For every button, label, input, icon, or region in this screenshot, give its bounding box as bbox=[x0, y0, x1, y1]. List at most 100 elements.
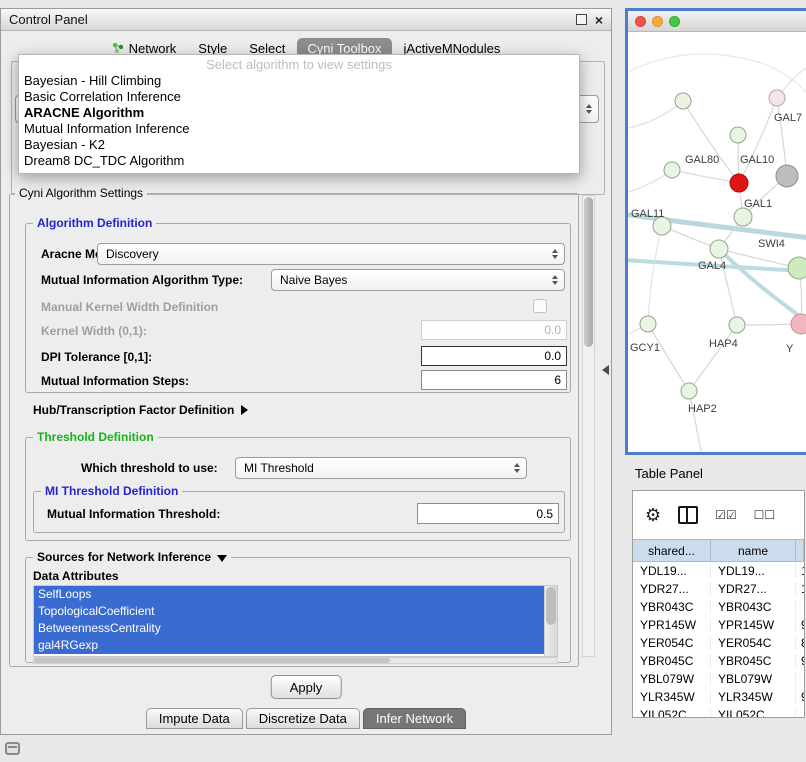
dropdown-item[interactable]: Bayesian - K2 bbox=[19, 137, 579, 153]
close-icon[interactable]: × bbox=[595, 13, 603, 27]
dropdown-item[interactable]: Dream8 DC_TDC Algorithm bbox=[19, 153, 579, 169]
dpi-tolerance-field[interactable]: 0.0 bbox=[421, 346, 567, 366]
mi-threshold-field[interactable]: 0.5 bbox=[417, 503, 559, 524]
table-cell: YBR043C bbox=[711, 600, 796, 614]
kernel-width-label: Kernel Width (0,1): bbox=[41, 324, 147, 338]
table-row[interactable]: YDR27...YDR27...12 bbox=[633, 580, 804, 598]
settings-scrollbar[interactable] bbox=[582, 195, 595, 657]
column-header-name[interactable]: name bbox=[711, 539, 796, 562]
float-window-icon[interactable] bbox=[576, 14, 587, 25]
table-cell: 9. bbox=[796, 618, 804, 632]
table-row[interactable]: YPR145WYPR145W9. bbox=[633, 616, 804, 634]
table-row[interactable]: YBL079WYBL079W bbox=[633, 670, 804, 688]
network-node[interactable] bbox=[675, 93, 691, 109]
deselect-all-columns-icon[interactable]: ☐☐ bbox=[754, 508, 776, 522]
settings-group-title: Cyni Algorithm Settings bbox=[15, 186, 147, 200]
combo-stepper-icon bbox=[508, 463, 520, 473]
table-cell: YDR27... bbox=[633, 582, 711, 596]
dropdown-item[interactable]: Mutual Information Inference bbox=[19, 121, 579, 137]
network-node[interactable] bbox=[769, 90, 785, 106]
mi-type-combobox[interactable]: Naive Bayes bbox=[271, 269, 565, 291]
table-cell: YIL052C bbox=[711, 708, 796, 718]
sources-toggle[interactable]: Sources for Network Inference bbox=[33, 550, 231, 564]
network-node[interactable] bbox=[730, 127, 746, 143]
table-toolbar: ⚙ ☑☑ ☐☐ bbox=[633, 491, 804, 539]
table-cell: YLR345W bbox=[633, 690, 711, 704]
minimize-traffic-light[interactable] bbox=[652, 16, 663, 27]
table-cell: 9. bbox=[796, 654, 804, 668]
aracne-mode-combobox[interactable]: Discovery bbox=[97, 243, 565, 265]
network-node[interactable] bbox=[788, 257, 806, 279]
tab-impute-data[interactable]: Impute Data bbox=[146, 708, 243, 729]
list-item[interactable]: BetweennessCentrality bbox=[34, 620, 544, 637]
which-threshold-label: Which threshold to use: bbox=[81, 461, 218, 475]
desktop: Control Panel × Network Style Select Cyn… bbox=[0, 0, 806, 762]
kernel-width-field[interactable]: 0.0 bbox=[421, 320, 567, 340]
close-traffic-light[interactable] bbox=[635, 16, 646, 27]
network-node[interactable] bbox=[710, 240, 728, 258]
mi-steps-field[interactable]: 6 bbox=[421, 370, 567, 390]
apply-button[interactable]: Apply bbox=[271, 675, 342, 699]
node-label: SWI4 bbox=[758, 238, 785, 250]
panel-dock-icon[interactable] bbox=[5, 742, 20, 755]
network-view-window[interactable]: GAL7GAL80GAL10GAL11GAL1SWI4GAL4GCY1HAP4Y… bbox=[625, 8, 806, 455]
data-attributes-list[interactable]: SelfLoops TopologicalCoefficient Between… bbox=[33, 585, 558, 657]
dropdown-item[interactable]: Bayesian - Hill Climbing bbox=[19, 73, 579, 89]
manual-kernel-checkbox[interactable] bbox=[533, 299, 547, 313]
network-node[interactable] bbox=[791, 314, 806, 334]
columns-icon[interactable] bbox=[678, 506, 698, 524]
kernel-width-value: 0.0 bbox=[544, 323, 561, 337]
table-cell: YBL079W bbox=[711, 672, 796, 686]
dropdown-item-selected[interactable]: ARACNE Algorithm bbox=[19, 105, 579, 121]
list-item[interactable]: gal4RGexp bbox=[34, 637, 544, 654]
table-row[interactable]: YDL19...YDL19...13 bbox=[633, 562, 804, 580]
column-header-partial[interactable] bbox=[796, 539, 804, 562]
network-node[interactable] bbox=[664, 162, 680, 178]
select-all-columns-icon[interactable]: ☑☑ bbox=[715, 508, 737, 522]
scrollbar-thumb[interactable] bbox=[584, 197, 593, 347]
aracne-mode-value: Discovery bbox=[106, 247, 159, 261]
list-vertical-scrollbar[interactable] bbox=[544, 586, 557, 656]
table-cell: 9. bbox=[796, 690, 804, 704]
network-node[interactable] bbox=[734, 208, 752, 226]
node-label: GAL4 bbox=[698, 260, 726, 272]
tab-discretize-data[interactable]: Discretize Data bbox=[246, 708, 360, 729]
list-item[interactable]: TopologicalCoefficient bbox=[34, 603, 544, 620]
node-label: HAP4 bbox=[709, 338, 738, 350]
network-node[interactable] bbox=[730, 174, 748, 192]
table-row[interactable]: YBR045CYBR045C9. bbox=[633, 652, 804, 670]
list-horizontal-scrollbar[interactable] bbox=[33, 657, 558, 664]
network-node[interactable] bbox=[681, 383, 697, 399]
control-panel-titlebar[interactable]: Control Panel × bbox=[1, 9, 611, 31]
data-attributes-label: Data Attributes bbox=[33, 569, 119, 583]
dpi-tolerance-value: 0.0 bbox=[544, 349, 561, 363]
network-node[interactable] bbox=[640, 316, 656, 332]
list-item[interactable]: SelfLoops bbox=[34, 586, 544, 603]
table-row[interactable]: YIL052CYIL052C bbox=[633, 706, 804, 718]
network-graph[interactable]: GAL7GAL80GAL10GAL11GAL1SWI4GAL4GCY1HAP4Y… bbox=[628, 32, 806, 455]
table-cell: YER054C bbox=[633, 636, 711, 650]
combo-stepper-icon bbox=[546, 249, 558, 259]
manual-kernel-label: Manual Kernel Width Definition bbox=[41, 300, 218, 314]
column-header-shared-name[interactable]: shared... bbox=[633, 539, 711, 562]
node-label: GAL1 bbox=[744, 198, 772, 210]
mi-type-value: Naive Bayes bbox=[280, 273, 347, 287]
table-row[interactable]: YBR043CYBR043C bbox=[633, 598, 804, 616]
hub-definition-toggle[interactable]: Hub/Transcription Factor Definition bbox=[33, 403, 248, 417]
dropdown-item[interactable]: Basic Correlation Inference bbox=[19, 89, 579, 105]
table-panel-title: Table Panel bbox=[635, 466, 703, 481]
gear-icon[interactable]: ⚙ bbox=[645, 506, 661, 524]
tab-infer-network[interactable]: Infer Network bbox=[363, 708, 466, 729]
node-label: GAL11 bbox=[631, 208, 664, 220]
table-row[interactable]: YLR345WYLR345W9. bbox=[633, 688, 804, 706]
panel-collapse-handle[interactable] bbox=[602, 365, 609, 375]
table-row[interactable]: YER054CYER054C8. bbox=[633, 634, 804, 652]
zoom-traffic-light[interactable] bbox=[669, 16, 680, 27]
network-canvas[interactable]: GAL7GAL80GAL10GAL11GAL1SWI4GAL4GCY1HAP4Y… bbox=[628, 32, 806, 455]
network-node[interactable] bbox=[776, 165, 798, 187]
which-threshold-combobox[interactable]: MI Threshold bbox=[235, 457, 527, 479]
network-window-titlebar[interactable] bbox=[628, 11, 806, 32]
mi-threshold-label: Mutual Information Threshold: bbox=[47, 507, 220, 521]
table-header: shared... name bbox=[633, 539, 804, 562]
network-node[interactable] bbox=[729, 317, 745, 333]
